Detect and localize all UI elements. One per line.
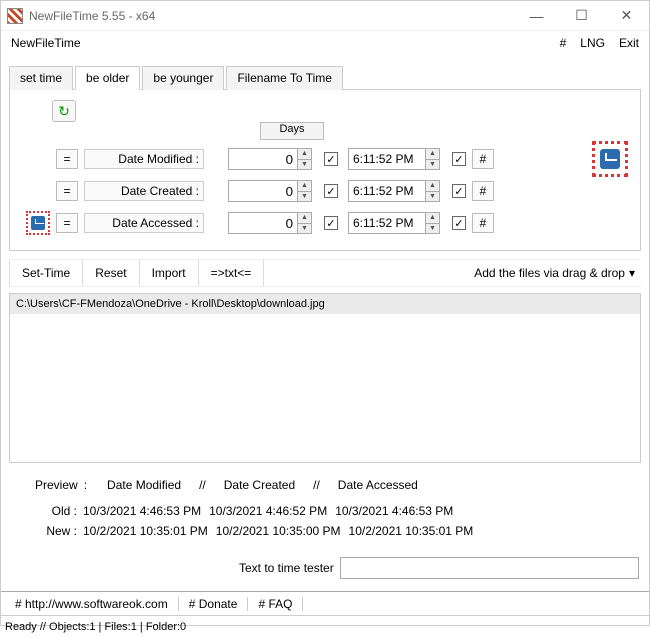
- refresh-button[interactable]: ↻: [52, 100, 76, 122]
- tab-set-time[interactable]: set time: [9, 66, 73, 90]
- hash-button-accessed[interactable]: #: [472, 213, 494, 233]
- reset-button[interactable]: Reset: [83, 260, 139, 286]
- days-spinner-modified[interactable]: ▲▼: [298, 148, 312, 170]
- label-date-modified: Date Modified :: [84, 149, 204, 169]
- maximize-button[interactable]: ☐: [559, 1, 604, 31]
- app-icon: [7, 8, 23, 24]
- footer-links: # http://www.softwareok.com # Donate # F…: [1, 591, 649, 615]
- check-days-modified[interactable]: ✓: [324, 152, 338, 166]
- time-input-accessed[interactable]: [348, 212, 426, 234]
- clock-icon-large: [592, 141, 628, 177]
- new-modified: 10/2/2021 10:35:01 PM: [83, 524, 208, 538]
- drag-drop-label[interactable]: Add the files via drag & drop ▾: [474, 266, 635, 280]
- import-button[interactable]: Import: [140, 260, 199, 286]
- time-spinner-created[interactable]: ▲▼: [426, 180, 440, 202]
- text-tester-input[interactable]: [340, 557, 639, 579]
- hash-menu[interactable]: #: [560, 36, 567, 50]
- row-date-accessed: = Date Accessed : ▲▼ ✓ ▲▼ ✓ #: [22, 210, 628, 236]
- old-label: Old :: [41, 504, 77, 518]
- hash-button-created[interactable]: #: [472, 181, 494, 201]
- new-created: 10/2/2021 10:35:00 PM: [216, 524, 341, 538]
- list-item[interactable]: C:\Users\CF-FMendoza\OneDrive - Kroll\De…: [10, 294, 640, 314]
- tab-be-younger[interactable]: be younger: [142, 66, 224, 90]
- row-date-created: = Date Created : ▲▼ ✓ ▲▼ ✓ #: [22, 178, 628, 204]
- days-spinner-created[interactable]: ▲▼: [298, 180, 312, 202]
- check-days-created[interactable]: ✓: [324, 184, 338, 198]
- close-button[interactable]: ✕: [604, 1, 649, 31]
- check-days-accessed[interactable]: ✓: [324, 216, 338, 230]
- old-accessed: 10/3/2021 4:46:53 PM: [335, 504, 453, 518]
- set-time-button[interactable]: Set-Time: [9, 260, 83, 286]
- tab-strip: set time be older be younger Filename To…: [9, 65, 641, 90]
- new-label: New :: [41, 524, 77, 538]
- eq-button-created[interactable]: =: [56, 181, 78, 201]
- new-accessed: 10/2/2021 10:35:01 PM: [349, 524, 474, 538]
- exit-menu[interactable]: Exit: [619, 36, 639, 50]
- window-title: NewFileTime 5.55 - x64: [29, 9, 155, 23]
- eq-button-accessed[interactable]: =: [56, 213, 78, 233]
- days-input-created[interactable]: [228, 180, 298, 202]
- footer-site-link[interactable]: # http://www.softwareok.com: [5, 597, 179, 611]
- old-created: 10/3/2021 4:46:52 PM: [209, 504, 327, 518]
- menu-bar: NewFileTime # LNG Exit: [1, 31, 649, 55]
- row-date-modified: = Date Modified : ▲▼ ✓ ▲▼ ✓ #: [22, 146, 628, 172]
- check-time-accessed[interactable]: ✓: [452, 216, 466, 230]
- time-spinner-modified[interactable]: ▲▼: [426, 148, 440, 170]
- eq-button-modified[interactable]: =: [56, 149, 78, 169]
- title-bar: NewFileTime 5.55 - x64 — ☐ ✕: [1, 1, 649, 31]
- hash-button-modified[interactable]: #: [472, 149, 494, 169]
- file-list[interactable]: C:\Users\CF-FMendoza\OneDrive - Kroll\De…: [9, 293, 641, 463]
- time-input-modified[interactable]: [348, 148, 426, 170]
- preview-panel: Preview : Date Modified // Date Created …: [9, 471, 641, 549]
- days-spinner-accessed[interactable]: ▲▼: [298, 212, 312, 234]
- tab-body-be-older: ↻ Days = Date Modified : ▲▼ ✓ ▲▼ ✓ # = D…: [9, 90, 641, 251]
- text-to-time-tester: Text to time tester: [9, 557, 641, 579]
- tab-be-older[interactable]: be older: [75, 66, 140, 90]
- tab-filename-to-time[interactable]: Filename To Time: [226, 66, 342, 90]
- preview-label: Preview: [35, 478, 78, 492]
- check-time-modified[interactable]: ✓: [452, 152, 466, 166]
- footer-faq-link[interactable]: # FAQ: [248, 597, 303, 611]
- minimize-button[interactable]: —: [514, 1, 559, 31]
- text-tester-label: Text to time tester: [239, 561, 334, 575]
- check-time-created[interactable]: ✓: [452, 184, 466, 198]
- app-name-menu[interactable]: NewFileTime: [11, 36, 81, 50]
- clock-icon-small: [26, 211, 50, 235]
- days-input-accessed[interactable]: [228, 212, 298, 234]
- txt-button[interactable]: =>txt<=: [199, 260, 265, 286]
- refresh-icon: ↻: [58, 103, 70, 120]
- days-input-modified[interactable]: [228, 148, 298, 170]
- label-date-created: Date Created :: [84, 181, 204, 201]
- action-toolbar: Set-Time Reset Import =>txt<= Add the fi…: [9, 259, 641, 287]
- footer-donate-link[interactable]: # Donate: [179, 597, 249, 611]
- days-header: Days: [260, 122, 324, 140]
- time-input-created[interactable]: [348, 180, 426, 202]
- time-spinner-accessed[interactable]: ▲▼: [426, 212, 440, 234]
- label-date-accessed: Date Accessed :: [84, 213, 204, 233]
- old-modified: 10/3/2021 4:46:53 PM: [83, 504, 201, 518]
- status-bar: Ready // Objects:1 | Files:1 | Folder:0: [1, 615, 649, 637]
- dropdown-icon: ▾: [629, 266, 635, 280]
- lng-menu[interactable]: LNG: [580, 36, 605, 50]
